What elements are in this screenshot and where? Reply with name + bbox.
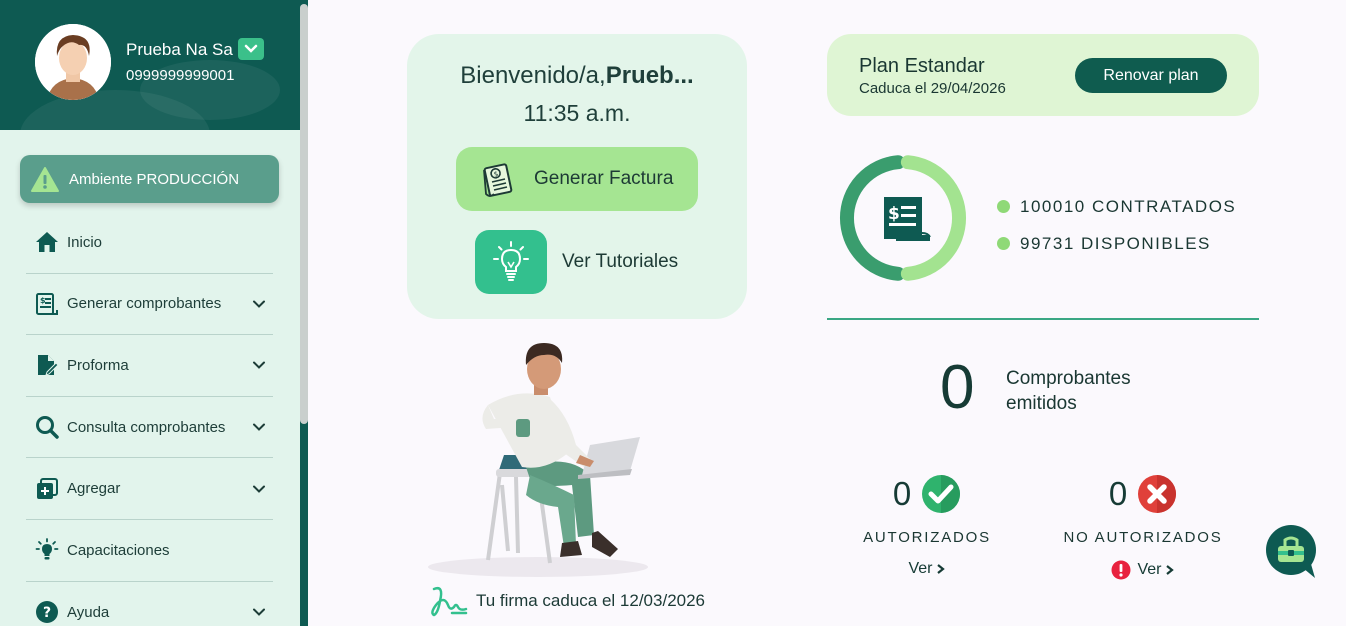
authorized-count: 0: [892, 475, 912, 512]
plan-expiry: Caduca el 29/04/2026: [859, 80, 1006, 97]
tutorials-icon-box: [475, 230, 547, 294]
tutorials-button[interactable]: Ver Tutoriales: [475, 230, 678, 294]
lightbulb-icon: [493, 241, 529, 281]
chevron-down-icon: [253, 485, 265, 493]
chevron-right-icon: [936, 564, 945, 574]
view-authorized-link[interactable]: Ver: [827, 560, 1027, 578]
add-icon: [34, 476, 60, 502]
user-name: Prueba Na Sa: [126, 40, 233, 59]
generate-invoice-button[interactable]: $ Generar Factura: [456, 147, 698, 211]
total-issued-count: 0: [940, 353, 975, 422]
sidebar-item-consulta-comprobantes[interactable]: Consulta comprobantes: [26, 397, 273, 459]
legend-available: 99731 DISPONIBLES: [997, 225, 1236, 262]
chevron-down-icon: [253, 608, 265, 617]
plan-name: Plan Estandar: [859, 55, 985, 77]
sidebar-item-agregar[interactable]: Agregar: [26, 458, 273, 520]
chevron-down-icon: [244, 44, 258, 53]
greeting-user-name: Prueb...: [605, 62, 694, 89]
signature-expiry: Tu firma caduca el 12/03/2026: [430, 583, 705, 619]
view-link-label: Ver: [908, 560, 933, 577]
total-issued-label: Comprobantes emitidos: [1006, 368, 1131, 414]
svg-text:?: ?: [43, 605, 51, 621]
invoice-icon: $: [34, 291, 60, 317]
not-authorized-label: NO AUTORIZADOS: [1063, 529, 1223, 546]
legend-dot: [997, 237, 1010, 250]
error-circle-icon: [1138, 475, 1177, 513]
generate-invoice-label: Generar Factura: [534, 168, 674, 189]
sidebar-item-inicio[interactable]: Inicio: [26, 212, 273, 274]
welcome-card: Bienvenido/a,Prueb... 11:35 a.m. $ Gener…: [407, 34, 747, 319]
sidebar-item-capacitaciones[interactable]: Capacitaciones: [26, 520, 273, 582]
invoice-icon: $: [884, 197, 931, 241]
plan-card: Plan Estandar Caduca el 29/04/2026 Renov…: [827, 34, 1259, 116]
chevron-down-icon: [253, 300, 265, 308]
chat-support-button[interactable]: [1265, 524, 1317, 580]
contracted-count: 100010 CONTRATADOS: [1020, 196, 1237, 216]
user-menu-toggle[interactable]: [238, 38, 264, 60]
usage-donut-chart: $: [840, 155, 966, 281]
sidebar-item-proforma[interactable]: Proforma: [26, 335, 273, 397]
not-authorized-count: 0: [1108, 475, 1128, 512]
user-id: 0999999999001: [126, 67, 235, 84]
renew-plan-button[interactable]: Renovar plan: [1075, 58, 1227, 93]
warning-icon: [30, 165, 60, 193]
chevron-down-icon: [253, 361, 265, 370]
home-icon: [34, 229, 60, 255]
sidebar: Prueba Na Sa 0999999999001 Ambiente PROD…: [0, 0, 308, 626]
welcome-greeting: Bienvenido/a,Prueb...: [407, 62, 747, 90]
sidebar-item-label: Inicio: [67, 233, 103, 251]
authorized-label: AUTORIZADOS: [863, 529, 991, 546]
environment-badge: Ambiente PRODUCCIÓN: [20, 155, 279, 203]
sidebar-menu: Inicio $ Generar comprobantes Proforma C…: [26, 212, 273, 626]
help-icon: ?: [34, 599, 60, 625]
sidebar-item-label: Ayuda: [67, 603, 110, 621]
signature-icon: [431, 587, 468, 617]
current-time: 11:35 a.m.: [523, 100, 631, 126]
document-edit-icon: [34, 352, 60, 378]
lightbulb-icon: [34, 537, 60, 563]
greeting-text: Bienvenido/a,: [460, 62, 606, 89]
sidebar-item-label: Agregar: [67, 480, 121, 498]
user-header: Prueba Na Sa 0999999999001: [0, 0, 300, 130]
invoice-icon: $: [483, 163, 513, 197]
sidebar-item-label: Proforma: [67, 356, 129, 374]
search-icon: [34, 414, 60, 440]
legend-dot: [997, 200, 1010, 213]
avatar[interactable]: [35, 24, 111, 100]
sidebar-item-label: Capacitaciones: [67, 541, 170, 559]
sidebar-item-label: Consulta comprobantes: [67, 418, 226, 436]
available-count: 99731 DISPONIBLES: [1020, 233, 1211, 253]
tutorials-label: Ver Tutoriales: [562, 251, 679, 272]
chevron-down-icon: [253, 423, 265, 431]
sidebar-scrollbar[interactable]: [300, 4, 308, 424]
svg-text:$: $: [888, 204, 900, 224]
legend-contracted: 100010 CONTRATADOS: [997, 188, 1236, 225]
chevron-right-icon: [1165, 565, 1174, 575]
section-divider: [827, 318, 1259, 320]
view-link-label: Ver: [1137, 561, 1162, 578]
environment-label: Ambiente PRODUCCIÓN: [69, 170, 240, 188]
sidebar-item-label: Generar comprobantes: [67, 295, 222, 313]
sidebar-item-ayuda[interactable]: ? Ayuda: [26, 582, 273, 626]
signature-expiry-text: Tu firma caduca el 12/03/2026: [476, 591, 706, 610]
sidebar-item-generar-comprobantes[interactable]: $ Generar comprobantes: [26, 274, 273, 336]
alert-icon: [1111, 560, 1131, 580]
usage-legend: 100010 CONTRATADOS 99731 DISPONIBLES: [997, 188, 1236, 262]
authorized-stat: 0 AUTORIZADOS Ver: [827, 472, 1027, 578]
view-not-authorized-link[interactable]: Ver: [1043, 560, 1243, 580]
check-circle-icon: [922, 475, 961, 513]
not-authorized-stat: 0 NO AUTORIZADOS Ver: [1043, 472, 1243, 580]
user-avatar-icon: [35, 24, 111, 100]
person-laptop-illustration: [428, 343, 648, 577]
